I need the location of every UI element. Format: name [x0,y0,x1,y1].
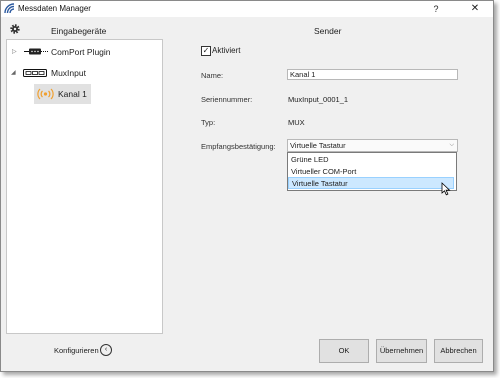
type-value: MUX [288,118,305,127]
collapse-down-icon[interactable]: ◢ [11,69,16,76]
ack-combobox[interactable]: Virtuelle Tastatur ⌵ [287,139,458,152]
serial-port-icon [24,48,48,55]
ack-dropdown-list[interactable]: Grüne LED Virtueller COM-Port Virtuelle … [287,152,457,191]
cancel-button[interactable]: Abbrechen [434,339,483,363]
configure-link[interactable]: Konfigurieren [54,346,99,355]
activated-label: Aktiviert [212,46,241,55]
ack-selected-value: Virtuelle Tastatur [290,141,346,150]
mouse-cursor-icon [441,182,451,196]
window-title: Messdaten Manager [18,4,91,13]
radio-signal-icon [37,88,54,100]
type-label: Typ: [201,118,216,127]
serial-label: Seriennummer: [201,95,253,104]
name-input[interactable]: Kanal 1 [287,69,458,80]
tree-item-label: ComPort Plugin [51,47,111,57]
ack-option-gruene-led[interactable]: Grüne LED [288,154,454,166]
tree-item-muxinput[interactable]: ◢ MuxInput [7,66,157,81]
chevron-down-icon[interactable]: ⌵ [449,140,454,151]
sender-header: Sender [314,26,342,36]
tree-item-comport-plugin[interactable]: ▷ ComPort Plugin [7,45,157,60]
tree-item-kanal-1[interactable]: Kanal 1 [34,87,154,102]
ack-option-virtuelle-tastatur[interactable]: Virtuelle Tastatur [288,177,454,189]
app-logo-icon [4,3,15,14]
title-bar: Messdaten Manager ? ✕ [1,1,493,17]
close-button[interactable]: ✕ [468,2,482,16]
ack-label: Empfangsbestätigung: [201,142,276,151]
tree-item-label: Kanal 1 [58,89,87,99]
ok-button[interactable]: OK [319,339,369,363]
device-tree[interactable]: ▷ ComPort Plugin ◢ MuxInput Kanal 1 [6,39,163,334]
apply-button[interactable]: Übernehmen [376,339,427,363]
help-button[interactable]: ? [429,2,443,16]
mux-device-icon [23,69,47,77]
expand-right-icon[interactable]: ▷ [12,48,17,55]
tree-item-label: MuxInput [51,68,86,78]
serial-value: MuxInput_0001_1 [288,95,349,104]
activated-checkbox[interactable]: ✓ [201,46,211,56]
gear-icon[interactable] [9,23,21,35]
main-window: Messdaten Manager ? ✕ Eingabegeräte Send… [0,0,494,372]
collapse-panel-icon[interactable]: ‹ [100,344,112,356]
name-label: Name: [201,71,224,80]
input-devices-header: Eingabegeräte [51,26,107,36]
